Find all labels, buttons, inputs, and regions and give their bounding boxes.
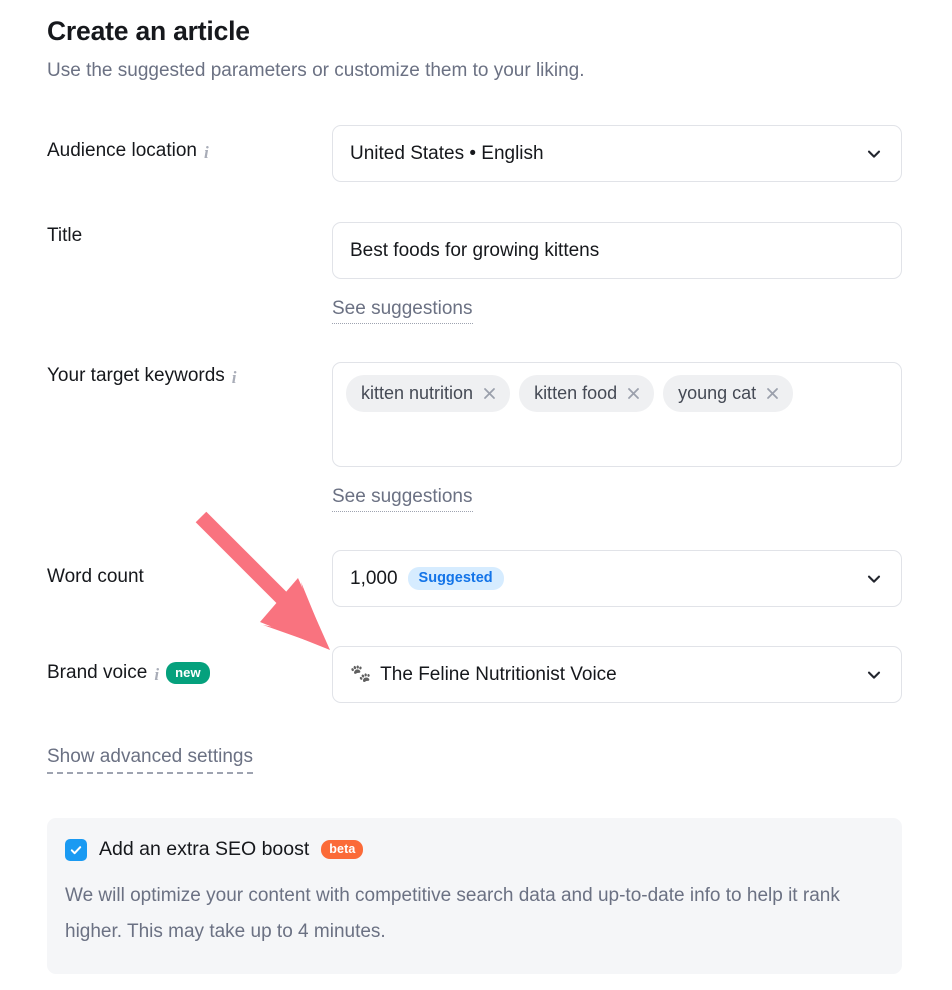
word-count-label: Word count	[47, 566, 144, 588]
seo-boost-label: Add an extra SEO boost	[99, 838, 310, 860]
chevron-down-icon	[867, 150, 881, 158]
close-icon[interactable]	[626, 386, 641, 401]
beta-badge: beta	[321, 839, 364, 860]
word-count-label-text: Word count	[47, 566, 144, 587]
seo-boost-description: We will optimize your content with compe…	[65, 885, 840, 943]
seo-boost-panel: Add an extra SEO boost beta We will opti…	[47, 818, 902, 975]
keyword-chip-label: kitten food	[534, 383, 618, 403]
keyword-chip[interactable]: kitten nutrition	[346, 375, 511, 412]
title-see-suggestions-link[interactable]: See suggestions	[332, 298, 473, 324]
title-input-value: Best foods for growing kittens	[350, 239, 600, 261]
keywords-input[interactable]: kitten nutrition kitten food young cat	[332, 362, 902, 467]
audience-location-select[interactable]: United States • English	[332, 125, 902, 182]
chevron-down-icon	[867, 671, 881, 679]
page-subtitle: Use the suggested parameters or customiz…	[47, 60, 585, 81]
page-title: Create an article	[47, 16, 250, 46]
brand-voice-value: The Feline Nutritionist Voice	[380, 663, 617, 685]
word-count-value: 1,000	[350, 567, 398, 589]
keywords-label-text: Your target keywords	[47, 365, 225, 386]
seo-boost-header: Add an extra SEO boost beta	[65, 838, 880, 861]
keyword-chip[interactable]: kitten food	[519, 375, 655, 412]
show-advanced-settings-link[interactable]: Show advanced settings	[47, 746, 253, 774]
keyword-chip-label: young cat	[678, 383, 757, 403]
paw-prints-icon: 🐾	[350, 664, 372, 683]
brand-voice-label: Brand voice i new	[47, 662, 210, 684]
info-icon[interactable]: i	[232, 369, 237, 386]
info-icon[interactable]: i	[154, 666, 159, 683]
create-article-form: Create an article Use the suggested para…	[0, 0, 952, 990]
keyword-chip-label: kitten nutrition	[361, 383, 474, 403]
keyword-chip[interactable]: young cat	[663, 375, 794, 412]
audience-location-label-text: Audience location	[47, 140, 197, 161]
info-icon[interactable]: i	[204, 144, 209, 161]
keyword-chip-list: kitten nutrition kitten food young cat	[346, 375, 888, 454]
seo-boost-checkbox[interactable]	[65, 838, 87, 861]
brand-voice-label-text: Brand voice	[47, 662, 148, 683]
brand-voice-select[interactable]: 🐾 The Feline Nutritionist Voice	[332, 646, 902, 703]
keywords-label: Your target keywords i	[47, 365, 237, 387]
word-count-select[interactable]: 1,000 Suggested	[332, 550, 902, 607]
close-icon[interactable]	[765, 386, 780, 401]
audience-location-value: United States • English	[350, 142, 544, 164]
title-input[interactable]: Best foods for growing kittens	[332, 222, 902, 279]
check-icon	[70, 845, 82, 854]
title-label-text: Title	[47, 225, 83, 246]
close-icon[interactable]	[482, 386, 497, 401]
keywords-see-suggestions-link[interactable]: See suggestions	[332, 486, 473, 512]
chevron-down-icon	[867, 575, 881, 583]
new-badge: new	[166, 662, 210, 684]
audience-location-label: Audience location i	[47, 140, 209, 162]
suggested-badge: Suggested	[407, 566, 504, 591]
title-label: Title	[47, 225, 82, 247]
